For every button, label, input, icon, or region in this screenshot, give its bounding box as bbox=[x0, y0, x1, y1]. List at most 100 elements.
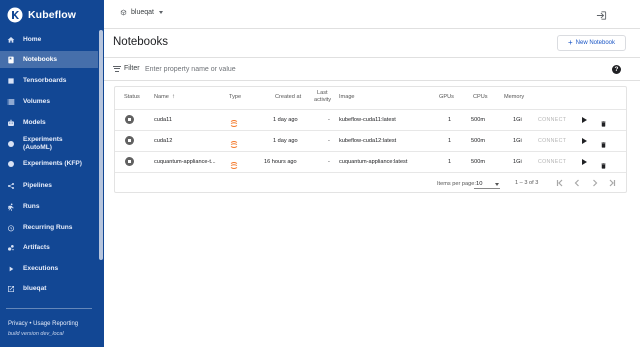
notebook-name-link[interactable]: cuda11 bbox=[154, 117, 172, 123]
sidebar-item-executions[interactable]: Executions bbox=[0, 262, 98, 276]
start-button[interactable] bbox=[582, 138, 587, 144]
memory-value: 1Gi bbox=[513, 159, 522, 165]
header-memory[interactable]: Memory bbox=[504, 94, 524, 100]
sidebar-item-home[interactable]: Home bbox=[0, 33, 98, 47]
directions-run-icon bbox=[8, 203, 14, 211]
brand[interactable]: Kubeflow bbox=[0, 0, 104, 30]
privacy-link[interactable]: Privacy bbox=[8, 321, 28, 327]
top-bar: blueqat bbox=[104, 0, 640, 29]
last-activity: - bbox=[328, 117, 330, 123]
header-name[interactable]: Name ↑ bbox=[154, 94, 175, 100]
header-created[interactable]: Created at bbox=[275, 94, 301, 100]
sidebar-item-experiments-automl[interactable]: Experiments (AutoML) bbox=[0, 134, 98, 154]
jupyter-icon bbox=[230, 136, 238, 148]
start-button[interactable] bbox=[582, 117, 587, 123]
filter-label: Filter bbox=[124, 65, 140, 72]
last-page-button[interactable] bbox=[607, 178, 617, 188]
items-per-page-label: Items per page: bbox=[437, 181, 476, 187]
sidebar-item-label: Experiments (KFP) bbox=[23, 160, 82, 167]
image-name: kubeflow-cuda11:latest bbox=[339, 117, 396, 123]
sidebar-item-models[interactable]: Models bbox=[0, 116, 98, 130]
sidebar-divider bbox=[6, 308, 92, 309]
sidebar-item-pipelines[interactable]: Pipelines bbox=[0, 179, 98, 193]
sidebar-item-volumes[interactable]: Volumes bbox=[0, 95, 98, 109]
filter-icon bbox=[113, 65, 121, 73]
chevron-right-icon bbox=[593, 179, 598, 187]
tune-icon bbox=[8, 141, 14, 147]
home-icon bbox=[7, 37, 15, 43]
sort-ascending-icon: ↑ bbox=[171, 94, 175, 100]
start-button[interactable] bbox=[582, 159, 587, 165]
last-activity: - bbox=[328, 138, 330, 144]
flask-icon bbox=[8, 161, 14, 167]
namespace-selector[interactable]: blueqat bbox=[120, 9, 163, 16]
created-at: 1 day ago bbox=[273, 117, 298, 123]
notebook-name-link[interactable]: cuda12 bbox=[154, 138, 172, 144]
delete-button[interactable] bbox=[600, 136, 607, 148]
page-title: Notebooks bbox=[113, 36, 168, 48]
next-page-button[interactable] bbox=[590, 178, 600, 188]
connect-button[interactable]: CONNECT bbox=[538, 117, 566, 123]
chevron-left-icon bbox=[574, 179, 579, 187]
memory-value: 1Gi bbox=[513, 117, 522, 123]
page-size-select[interactable]: 10 bbox=[474, 180, 500, 189]
sidebar-item-label: Notebooks bbox=[23, 55, 58, 63]
delete-button[interactable] bbox=[600, 157, 607, 169]
page-range: 1 – 3 of 3 bbox=[515, 180, 539, 186]
previous-page-button[interactable] bbox=[572, 178, 582, 188]
first-page-icon bbox=[556, 179, 563, 187]
tensorboard-icon bbox=[8, 78, 14, 84]
storage-icon bbox=[7, 99, 15, 105]
header-image[interactable]: Image bbox=[339, 94, 355, 100]
notebook-name-link[interactable]: cuquantum-appliance-t... bbox=[154, 159, 216, 165]
header-cpus[interactable]: CPUs bbox=[473, 94, 488, 100]
row-divider bbox=[115, 172, 626, 173]
sidebar-item-notebooks[interactable]: Notebooks bbox=[0, 51, 98, 68]
filter-input[interactable] bbox=[145, 64, 445, 74]
sidebar-item-recurring-runs[interactable]: Recurring Runs bbox=[0, 221, 98, 235]
row-divider bbox=[115, 151, 626, 152]
header-status[interactable]: Status bbox=[124, 94, 140, 100]
trash-icon bbox=[601, 163, 606, 169]
sidebar-item-label: Runs bbox=[23, 203, 40, 210]
sidebar-item-runs[interactable]: Runs bbox=[0, 200, 98, 214]
logout-button[interactable] bbox=[596, 8, 607, 20]
new-notebook-button[interactable]: + New Notebook bbox=[557, 35, 626, 51]
sidebar-item-tensorboards[interactable]: Tensorboards bbox=[0, 74, 98, 88]
sidebar-item-label: blueqat bbox=[23, 285, 47, 292]
share-icon bbox=[8, 183, 14, 189]
sidebar-footer-links: Privacy • Usage Reporting bbox=[8, 321, 78, 327]
stopped-status-icon bbox=[125, 157, 134, 166]
first-page-button[interactable] bbox=[555, 178, 565, 188]
cpus-value: 500m bbox=[471, 138, 485, 144]
usage-reporting-link[interactable]: Usage Reporting bbox=[33, 321, 78, 327]
header-last-activity-line1: Last bbox=[317, 90, 328, 96]
header-gpus[interactable]: GPUs bbox=[439, 94, 454, 100]
last-page-icon bbox=[609, 179, 616, 187]
logout-icon bbox=[596, 11, 607, 20]
delete-button[interactable] bbox=[600, 115, 607, 127]
header-last-activity-line2: activity bbox=[314, 97, 332, 103]
sidebar-item-label: Volumes bbox=[23, 98, 50, 105]
sidebar-item-label: Executions bbox=[23, 265, 59, 272]
gpus-value: 1 bbox=[448, 138, 452, 144]
brand-name: Kubeflow bbox=[28, 9, 77, 21]
header-type[interactable]: Type bbox=[229, 94, 241, 100]
sidebar-item-blueqat[interactable]: blueqat bbox=[0, 282, 98, 296]
sidebar-scrollbar[interactable] bbox=[99, 30, 103, 260]
sidebar-item-artifacts[interactable]: Artifacts bbox=[0, 241, 98, 255]
created-at: 16 hours ago bbox=[264, 159, 297, 165]
help-icon[interactable]: ? bbox=[612, 65, 621, 74]
sidebar: Kubeflow Home Notebooks Tensorboards Vol… bbox=[0, 0, 104, 347]
play-arrow-icon bbox=[9, 266, 14, 272]
jupyter-icon bbox=[230, 115, 238, 127]
connect-button[interactable]: CONNECT bbox=[538, 138, 566, 144]
app-root: Kubeflow Home Notebooks Tensorboards Vol… bbox=[0, 0, 640, 347]
header-divider bbox=[115, 109, 626, 110]
bubble-icon bbox=[8, 245, 14, 251]
sidebar-item-label: Models bbox=[23, 119, 46, 126]
filter-divider bbox=[104, 80, 640, 81]
connect-button[interactable]: CONNECT bbox=[538, 159, 566, 165]
sidebar-item-experiments-kfp[interactable]: Experiments (KFP) bbox=[0, 157, 98, 171]
cpus-value: 500m bbox=[471, 117, 485, 123]
